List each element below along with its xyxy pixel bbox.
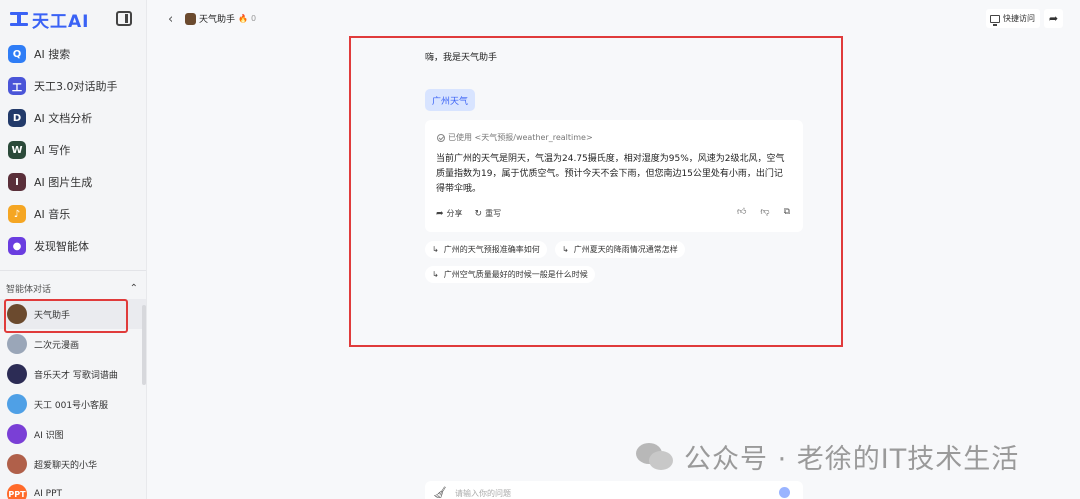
user-message: 广州天气 — [425, 89, 475, 111]
copy-icon[interactable]: ⧉ — [784, 207, 790, 217]
rewrite-label: 重写 — [485, 209, 502, 218]
avatar — [7, 334, 27, 354]
agent-list: 天气助手 二次元漫画 音乐天才 写歌词谱曲 天工 001号小客服 AI 识图 超… — [0, 299, 146, 499]
sidebar-item-chat-assistant[interactable]: 工 天工3.0对话助手 — [0, 70, 146, 102]
thumbs-down-icon[interactable]: 👎︎ — [760, 207, 769, 217]
suggestion-chip[interactable]: ↳ 广州的天气预报准确率如何 — [425, 241, 547, 258]
avatar — [7, 304, 27, 324]
quick-access-label: 快捷访问 — [1003, 14, 1035, 23]
document-analysis-icon: D — [8, 109, 26, 127]
agent-label: 二次元漫画 — [34, 340, 80, 351]
monitor-icon — [990, 14, 1000, 26]
agent-item-customer-service[interactable]: 天工 001号小客服 — [0, 389, 146, 419]
agent-item-anime-comic[interactable]: 二次元漫画 — [0, 329, 146, 359]
suggestion-chip[interactable]: ↳ 广州夏天的降雨情况通常怎样 — [555, 241, 685, 258]
agent-item-image-recognition[interactable]: AI 识图 — [0, 419, 146, 449]
tool-used-label: 已使用 <天气预报/weather_realtime> — [448, 133, 593, 142]
fire-count: 0 — [250, 14, 257, 23]
chat-input[interactable] — [455, 484, 775, 499]
arrow-return-icon: ↳ — [432, 270, 439, 279]
sidebar-item-discover-agents[interactable]: ● 发现智能体 — [0, 230, 146, 262]
agent-label: 超爱聊天的小华 — [34, 460, 98, 471]
wechat-icon — [636, 441, 674, 473]
avatar — [7, 424, 27, 444]
sidebar-item-label: AI 文档分析 — [34, 112, 93, 125]
sidebar-item-music[interactable]: ♪ AI 音乐 — [0, 198, 146, 230]
sidebar-item-label: AI 搜索 — [34, 48, 71, 61]
sidebar-nav: Q AI 搜索 工 天工3.0对话助手 D AI 文档分析 W AI 写作 I … — [0, 38, 146, 262]
fire-icon: 🔥 — [238, 14, 248, 23]
sidebar-item-ai-search[interactable]: Q AI 搜索 — [0, 38, 146, 70]
chat-title: 天气助手 🔥 0 — [185, 12, 256, 25]
music-icon: ♪ — [8, 205, 26, 223]
agents-section-header[interactable]: 智能体对话 ⌃ — [6, 282, 138, 295]
sidebar-item-image-generation[interactable]: I AI 图片生成 — [0, 166, 146, 198]
logo[interactable]: 天工AI — [10, 8, 90, 32]
share-label: 分享 — [446, 209, 463, 218]
assistant-answer-card: 已使用 <天气预报/weather_realtime> 当前广州的天气是阴天，气… — [425, 120, 803, 232]
check-circle-icon — [437, 133, 445, 142]
sidebar-item-writing[interactable]: W AI 写作 — [0, 134, 146, 166]
share-button[interactable]: ➦ 分享 — [436, 208, 463, 219]
section-title: 智能体对话 — [6, 285, 52, 295]
refresh-icon: ↻ — [474, 208, 483, 219]
sidebar-collapse-icon[interactable] — [116, 11, 132, 26]
agent-item-music-genius[interactable]: 音乐天才 写歌词谱曲 — [0, 359, 146, 389]
sidebar-item-label: AI 音乐 — [34, 208, 71, 221]
answer-actions: ➦ 分享 ↻ 重写 — [436, 208, 501, 219]
feedback-actions: 👍︎ 👎︎ ⧉ — [737, 207, 790, 217]
discover-agents-icon: ● — [8, 237, 26, 255]
watermark: 公众号 · 老徐的IT技术生活 — [636, 437, 1019, 476]
agent-label: 天气助手 — [34, 310, 71, 321]
chat-input-bar: 🧹︎ — [425, 481, 803, 499]
avatar — [7, 364, 27, 384]
image-generation-icon: I — [8, 173, 26, 191]
share-icon: ➦ — [436, 208, 444, 219]
agent-label: AI 识图 — [34, 430, 64, 441]
chevron-up-icon[interactable]: ⌃ — [130, 283, 138, 294]
suggestion-chip[interactable]: ↳ 广州空气质量最好的时候一般是什么时候 — [425, 266, 595, 283]
arrow-return-icon: ↳ — [432, 245, 439, 254]
page-title: 天气助手 — [199, 15, 236, 25]
sidebar-item-label: 天工3.0对话助手 — [34, 80, 118, 93]
send-icon[interactable] — [779, 487, 790, 498]
watermark-text: 公众号 · 老徐的IT技术生活 — [684, 444, 1020, 475]
back-button[interactable]: ‹ — [168, 12, 173, 27]
sidebar-item-doc-analysis[interactable]: D AI 文档分析 — [0, 102, 146, 134]
sidebar-item-label: 发现智能体 — [34, 240, 89, 253]
tool-used-row[interactable]: 已使用 <天气预报/weather_realtime> — [437, 132, 593, 143]
suggestion-label: 广州空气质量最好的时候一般是什么时候 — [443, 270, 588, 279]
ppt-icon: PPT — [7, 484, 27, 499]
agent-label: AI PPT — [34, 489, 63, 499]
sidebar-item-label: AI 写作 — [34, 144, 71, 157]
suggestion-label: 广州夏天的降雨情况通常怎样 — [573, 245, 678, 254]
sidebar-divider — [0, 270, 146, 271]
agent-item-weather-assistant[interactable]: 天气助手 — [0, 299, 146, 333]
tiangong-logo-icon — [10, 12, 28, 26]
logo-text: 天工AI — [32, 11, 90, 32]
avatar — [7, 454, 27, 474]
greeting-message: 嗨，我是天气助手 — [425, 53, 498, 63]
suggestion-label: 广州的天气预报准确率如何 — [443, 245, 540, 254]
arrow-return-icon: ↳ — [562, 245, 569, 254]
sidebar: 天工AI Q AI 搜索 工 天工3.0对话助手 D AI 文档分析 W AI … — [0, 0, 147, 499]
search-icon: Q — [8, 45, 26, 63]
agent-item-ai-ppt[interactable]: PPT AI PPT — [0, 479, 146, 499]
broom-icon[interactable]: 🧹︎ — [433, 486, 447, 499]
thumbs-up-icon[interactable]: 👍︎ — [737, 207, 746, 217]
quick-access-button[interactable]: 快捷访问 — [986, 9, 1040, 28]
agent-label: 天工 001号小客服 — [34, 400, 109, 411]
agent-item-chatty-xiaohua[interactable]: 超爱聊天的小华 — [0, 449, 146, 479]
agent-label: 音乐天才 写歌词谱曲 — [34, 370, 118, 381]
rewrite-button[interactable]: ↻ 重写 — [475, 208, 502, 219]
sidebar-item-label: AI 图片生成 — [34, 176, 93, 189]
avatar — [185, 12, 196, 25]
writing-icon: W — [8, 141, 26, 159]
tiangong-logo-icon: 工 — [8, 77, 26, 95]
sidebar-scrollbar[interactable] — [142, 305, 146, 385]
answer-text: 当前广州的天气是阴天，气温为24.75摄氏度，相对湿度为95%，风速为2级北风，… — [436, 154, 785, 194]
avatar — [7, 394, 27, 414]
share-icon[interactable]: ➦ — [1044, 9, 1063, 28]
